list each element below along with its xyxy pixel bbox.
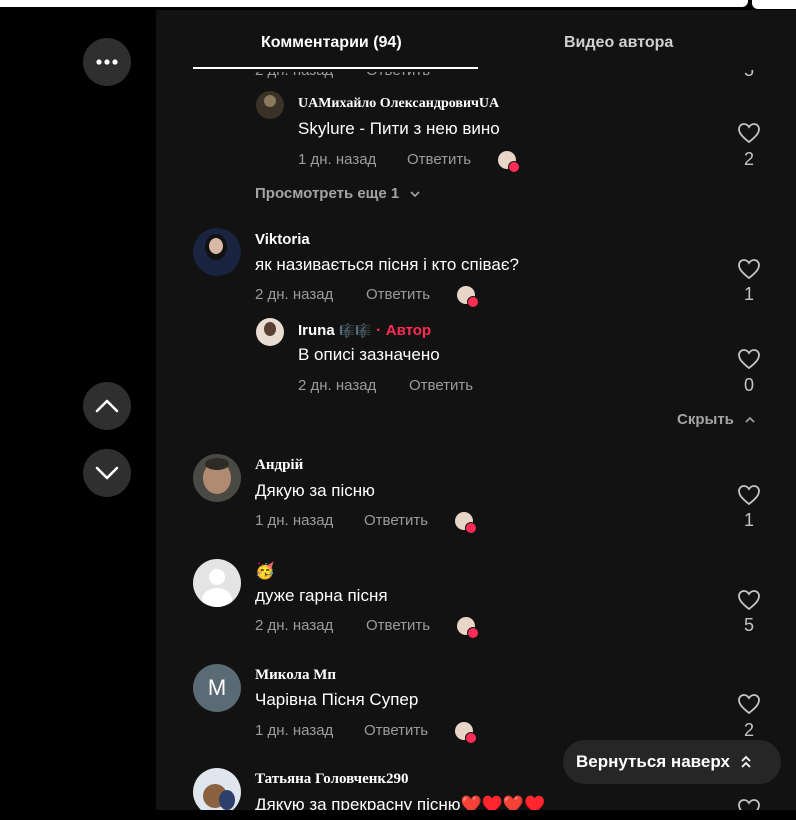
- separator-dot: ·: [375, 322, 382, 339]
- avatar[interactable]: [256, 318, 284, 346]
- comment-text: Чарівна Пісня Супер: [255, 690, 419, 709]
- hide-replies-label: Скрыть: [677, 411, 734, 428]
- hide-replies-button[interactable]: Скрыть: [677, 411, 756, 428]
- comment-time: 2 дн. назад: [255, 286, 334, 303]
- view-more-replies-label: Просмотреть еще 1: [255, 185, 400, 202]
- reply-button[interactable]: Ответить: [366, 286, 430, 303]
- heart-icon[interactable]: [737, 258, 761, 280]
- heart-icon[interactable]: [737, 693, 761, 715]
- avatar[interactable]: [193, 228, 241, 276]
- heart-icon[interactable]: [737, 798, 761, 810]
- creator-liked-badge: [498, 151, 520, 173]
- reply-button[interactable]: Ответить: [407, 151, 471, 168]
- like-count: 2: [743, 720, 754, 740]
- avatar[interactable]: [193, 454, 241, 502]
- reply-button[interactable]: Ответить: [366, 617, 430, 634]
- like-count: 0: [743, 375, 754, 395]
- comment-text: Дякую за прекрасну пісню❤️♥️❤️♥️: [255, 795, 546, 810]
- reply-button[interactable]: Ответить: [364, 512, 428, 529]
- comment-text: Дякую за пісню: [255, 481, 375, 500]
- creator-liked-badge: [455, 722, 477, 744]
- creator-liked-badge: [457, 617, 479, 639]
- music-notes-emoji: 🎼🎼: [339, 323, 372, 338]
- like-count: 1: [743, 510, 754, 530]
- chevron-down-icon: [95, 466, 119, 480]
- like-count: 5: [743, 615, 754, 635]
- top-bar-left: [0, 0, 748, 7]
- comment-time: 2 дн. назад: [298, 377, 377, 394]
- ellipsis-icon: [96, 59, 118, 65]
- comment-text: дуже гарна пісня: [255, 586, 388, 605]
- avatar[interactable]: M: [193, 664, 241, 712]
- more-options-button[interactable]: [83, 38, 131, 86]
- back-to-top-button[interactable]: Вернуться наверх: [563, 740, 781, 784]
- heart-icon[interactable]: [737, 348, 761, 370]
- double-chevron-up-icon: [741, 755, 751, 768]
- creator-liked-badge: [457, 286, 479, 308]
- tab-bar: Комментарии (94) Видео автора: [156, 10, 796, 70]
- chevron-down-icon: [410, 191, 420, 198]
- view-more-replies-button[interactable]: Просмотреть еще 1: [255, 185, 421, 202]
- comment-time: 1 дн. назад: [255, 722, 334, 739]
- heart-icon[interactable]: [737, 484, 761, 506]
- reply-button[interactable]: Ответить: [409, 377, 473, 394]
- comment-author[interactable]: 🥳: [255, 561, 275, 581]
- tab-comments[interactable]: Комментарии (94): [261, 34, 402, 52]
- comment-author[interactable]: UAМихайло ОлександровичUA: [298, 96, 499, 112]
- like-count: 2: [743, 149, 754, 169]
- comment-author[interactable]: Татьяна Головченк290: [255, 771, 409, 788]
- chevron-up-icon: [95, 399, 119, 413]
- avatar[interactable]: [193, 559, 241, 607]
- comment-time: 1 дн. назад: [255, 512, 334, 529]
- comment-author[interactable]: Viktoria: [255, 231, 310, 248]
- comment-time: 2 дн. назад: [255, 617, 334, 634]
- comment-author[interactable]: Микола Мп: [255, 667, 336, 684]
- comment-text: як називається пісня і кто співає?: [255, 255, 519, 274]
- heart-icon[interactable]: [737, 589, 761, 611]
- comments-panel: Комментарии (94) Видео автора 2 дн. наза…: [156, 10, 796, 810]
- back-to-top-label: Вернуться наверх: [576, 752, 730, 771]
- heart-icon[interactable]: [737, 122, 761, 144]
- like-count: 1: [743, 284, 754, 304]
- active-tab-indicator: [193, 67, 478, 69]
- tab-author-videos[interactable]: Видео автора: [564, 34, 673, 52]
- comment-author[interactable]: Андрій: [255, 457, 303, 474]
- reply-button[interactable]: Ответить: [364, 722, 428, 739]
- top-bar-right: [752, 0, 796, 9]
- browser-top-strip: [0, 0, 796, 10]
- comment-author[interactable]: Iruna: [298, 322, 335, 339]
- avatar[interactable]: [193, 768, 241, 810]
- chevron-up-icon: [745, 416, 755, 423]
- avatar-letter: M: [207, 675, 227, 700]
- previous-video-button[interactable]: [83, 382, 131, 430]
- comment-text: В описі зазначено: [298, 345, 440, 364]
- avatar[interactable]: [256, 91, 284, 119]
- reply-author-row: Iruna 🎼🎼 · Автор: [298, 322, 431, 340]
- author-badge: Автор: [385, 322, 432, 339]
- next-video-button[interactable]: [83, 449, 131, 497]
- comment-text: Skylure - Пити з нею вино: [298, 119, 500, 138]
- comment-time: 1 дн. назад: [298, 151, 377, 168]
- left-column: [0, 10, 156, 820]
- creator-liked-badge: [455, 512, 477, 534]
